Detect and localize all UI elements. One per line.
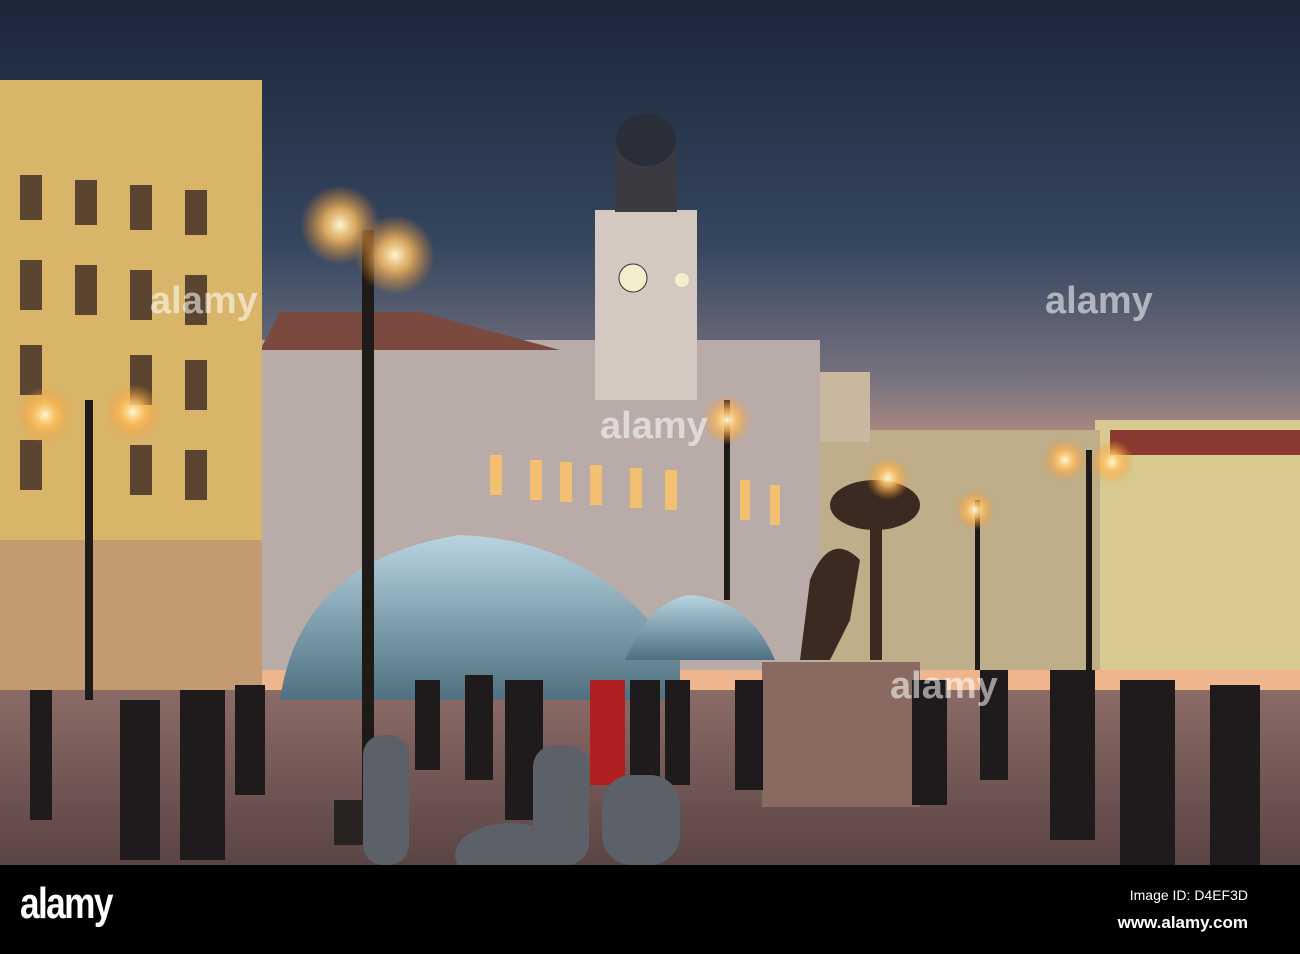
footer-bar: alamy Image ID: D4EF3D www.alamy.com [0,865,1300,954]
clock-face-side [675,273,689,287]
photo-puerta-del-sol [0,0,1300,865]
building-left-ground-floor [0,540,262,700]
stock-photo-page: alamy alamy alamy alamy alamy Image ID: … [0,0,1300,954]
clock-tower [595,210,697,400]
statue-pedestal [762,662,920,807]
clock-face [618,263,648,293]
building-right-roof [1110,430,1300,455]
image-id: Image ID: D4EF3D [1129,887,1248,903]
website-link[interactable]: www.alamy.com [1118,913,1248,933]
alamy-logo[interactable]: alamy [20,879,113,929]
tower-dome [616,114,676,166]
